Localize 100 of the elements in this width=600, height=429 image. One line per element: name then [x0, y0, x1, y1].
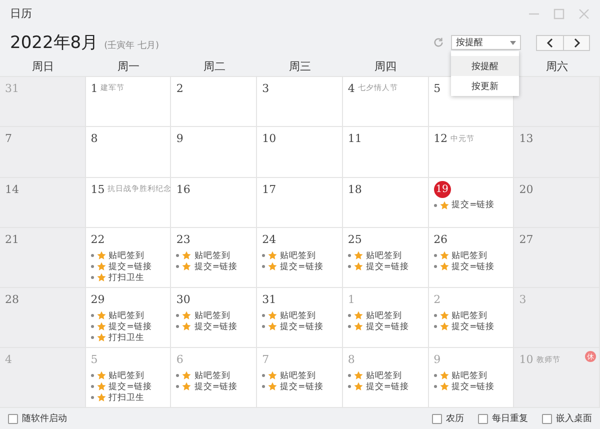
star-icon	[182, 382, 192, 392]
weekday-label: 周三	[288, 59, 311, 74]
menu-item[interactable]: 按提醒	[451, 56, 519, 76]
day-cell[interactable]: 24 贴吧签到 提交=链接	[257, 228, 343, 288]
close-icon[interactable]	[578, 8, 590, 20]
day-cell[interactable]: 31 贴吧签到 提交=链接	[257, 288, 343, 348]
event-label[interactable]: 提交=链接	[194, 380, 238, 393]
weekday-label: 周二	[203, 59, 226, 74]
day-cell[interactable]: 18	[342, 178, 429, 228]
checkbox-label: 每日重复	[492, 412, 528, 426]
day-cell[interactable]: 2	[171, 76, 258, 126]
day-cell[interactable]: 30 贴吧签到 提交=链接	[171, 288, 258, 348]
day-cell[interactable]: 8	[86, 127, 172, 177]
event-label[interactable]: 贴吧签到	[280, 250, 316, 262]
day-cell[interactable]: 19 提交=链接	[428, 178, 514, 228]
day-cell[interactable]: 5 贴吧签到 提交=链接 打扫卫生	[86, 348, 172, 408]
checkbox[interactable]	[432, 414, 442, 424]
checkbox-label: 农历	[446, 413, 464, 426]
event-label[interactable]: 贴吧签到	[194, 370, 230, 382]
day-cell[interactable]: 9	[171, 127, 258, 177]
day-number: 29	[90, 293, 105, 306]
refresh-icon[interactable]	[433, 37, 444, 48]
event-label[interactable]: 提交=链接	[108, 260, 152, 273]
event-label[interactable]: 贴吧签到	[366, 370, 402, 382]
event-label[interactable]: 打扫卫生	[108, 332, 145, 344]
event-label[interactable]: 贴吧签到	[108, 370, 145, 382]
event-label[interactable]: 提交=链接	[280, 380, 324, 393]
event-label[interactable]: 提交=链接	[452, 320, 495, 333]
star-icon	[268, 322, 278, 332]
event-label[interactable]: 贴吧签到	[108, 250, 145, 262]
bullet-icon	[90, 265, 94, 268]
event-label[interactable]: 贴吧签到	[280, 310, 316, 322]
day-cell[interactable]: 3	[257, 76, 343, 126]
maximize-icon[interactable]	[553, 8, 565, 20]
day-cell[interactable]: 16	[171, 178, 258, 228]
event-label[interactable]: 提交=链接	[108, 320, 152, 333]
event-label[interactable]: 贴吧签到	[452, 250, 488, 262]
event-label[interactable]: 提交=链接	[108, 380, 152, 393]
day-cell[interactable]: 10	[257, 127, 343, 177]
day-number: 11	[348, 132, 362, 146]
star-icon	[354, 311, 363, 320]
day-cell[interactable]: 17	[257, 178, 343, 228]
bullet-icon	[434, 325, 437, 328]
event-label[interactable]: 提交=链接	[280, 320, 324, 333]
bullet-icon	[434, 385, 437, 388]
event-label[interactable]: 提交=链接	[366, 380, 409, 393]
event-label[interactable]: 贴吧签到	[452, 370, 488, 382]
weekday-label: 周四	[374, 59, 397, 74]
checkbox[interactable]	[8, 414, 18, 424]
event-label[interactable]: 贴吧签到	[108, 310, 145, 322]
day-cell[interactable]: 25 贴吧签到 提交=链接	[342, 228, 429, 288]
day-number: 30	[176, 293, 190, 306]
event-label[interactable]: 提交=链接	[280, 260, 324, 273]
bullet-icon	[348, 314, 351, 318]
checkbox[interactable]	[478, 414, 488, 424]
day-cell[interactable]: 1 贴吧签到 提交=链接	[342, 288, 429, 348]
event-label[interactable]: 贴吧签到	[280, 370, 316, 382]
event-label[interactable]: 提交=链接	[452, 260, 495, 273]
day-number: 3	[519, 293, 526, 306]
bullet-icon	[262, 374, 266, 378]
day-cell[interactable]: 6 贴吧签到 提交=链接	[171, 348, 258, 408]
event-label[interactable]: 贴吧签到	[452, 310, 488, 322]
event-label[interactable]: 贴吧签到	[194, 310, 230, 322]
day-cell[interactable]: 7 贴吧签到 提交=链接	[257, 348, 343, 408]
event-label[interactable]: 提交=链接	[452, 199, 495, 212]
event-label[interactable]: 贴吧签到	[194, 250, 230, 262]
event-label[interactable]: 提交=链接	[194, 260, 238, 273]
event-label[interactable]: 提交=链接	[366, 320, 409, 333]
star-icon	[354, 322, 363, 332]
event-label[interactable]: 提交=链接	[366, 260, 409, 273]
day-cell[interactable]: 23 贴吧签到 提交=链接	[171, 228, 258, 288]
star-icon	[440, 371, 449, 380]
day-number: 4	[5, 353, 12, 366]
window-title: 日历	[10, 6, 33, 22]
day-cell[interactable]: 11	[342, 127, 429, 177]
star-icon	[182, 251, 192, 260]
weekday-label: 周一	[118, 59, 140, 74]
event-label[interactable]: 贴吧签到	[366, 310, 402, 322]
day-cell[interactable]: 26 贴吧签到 提交=链接	[428, 228, 514, 288]
checkbox[interactable]	[542, 414, 552, 424]
day-cell[interactable]: 8 贴吧签到 提交=链接	[342, 348, 429, 408]
sort-select[interactable]: 按提醒	[451, 35, 521, 50]
event-label[interactable]: 提交=链接	[452, 380, 495, 393]
weekday-label: 周六	[546, 59, 568, 74]
star-icon	[440, 251, 449, 260]
day-cell[interactable]: 22 贴吧签到 提交=链接 打扫卫生	[86, 228, 172, 288]
star-icon	[96, 273, 106, 282]
star-icon	[96, 333, 106, 342]
star-icon	[182, 371, 192, 380]
day-cell[interactable]: 2 贴吧签到 提交=链接	[428, 288, 514, 348]
month-title: 2022年8月	[10, 32, 98, 54]
day-cell[interactable]: 29 贴吧签到 提交=链接 打扫卫生	[86, 288, 172, 348]
event-label[interactable]: 提交=链接	[194, 320, 238, 333]
star-icon	[96, 382, 106, 392]
event-label[interactable]: 打扫卫生	[108, 272, 145, 284]
day-cell[interactable]: 9 贴吧签到 提交=链接	[428, 348, 514, 408]
event-label[interactable]: 贴吧签到	[366, 250, 402, 262]
star-icon	[440, 382, 449, 392]
day-number: 5	[90, 353, 98, 366]
event-label[interactable]: 打扫卫生	[108, 392, 145, 404]
